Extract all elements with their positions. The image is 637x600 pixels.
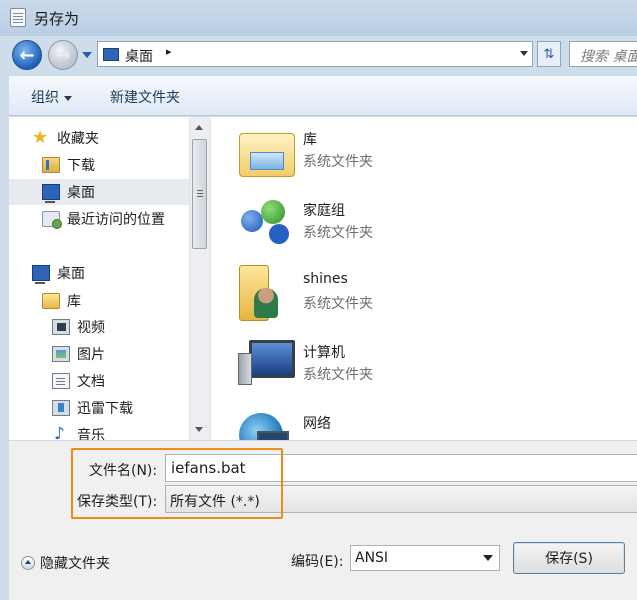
file-name: 家庭组 [303, 203, 345, 219]
address-bar[interactable]: 桌面 ▸ [97, 41, 533, 67]
sidebar-item-label: 图片 [77, 347, 105, 363]
sidebar-item-videos[interactable]: 视频 [52, 314, 105, 340]
file-type: 系统文件夹 [303, 296, 373, 312]
document-icon [10, 8, 26, 27]
sidebar-item-label: 最近访问的位置 [67, 212, 165, 228]
file-list: 库 系统文件夹 家庭组 系统文件夹 shines 系统文件夹 计算机 系统文件夹… [211, 117, 637, 440]
sidebar-item-label: 视频 [77, 320, 105, 336]
sidebar-item-music[interactable]: 音乐 [52, 422, 105, 440]
save-options-area: 文件名(N): iefans.bat 保存类型(T): 所有文件 (*.*) 隐… [9, 441, 637, 600]
sidebar-item-recent-places[interactable]: 最近访问的位置 [42, 206, 165, 232]
music-library-icon [52, 424, 70, 440]
address-dropdown-icon[interactable] [520, 51, 528, 56]
sidebar-item-label: 桌面 [57, 266, 85, 282]
hide-folders-toggle[interactable]: 隐藏文件夹 [21, 553, 110, 573]
search-placeholder: 搜索 桌面 [580, 49, 637, 65]
recent-places-icon [42, 211, 62, 229]
title-bar: 另存为 [0, 0, 637, 36]
back-button[interactable]: ← [12, 40, 42, 70]
encoding-value: ANSI [355, 550, 389, 566]
organize-label: 组织 [31, 90, 59, 106]
homegroup-icon [239, 194, 295, 250]
list-item[interactable]: 家庭组 系统文件夹 [235, 192, 615, 254]
scroll-down-icon[interactable] [195, 427, 203, 432]
filetype-label: 保存类型(T): [77, 494, 158, 510]
documents-library-icon [52, 373, 70, 389]
sidebar-item-desktop-favorite[interactable]: 桌面 [9, 179, 189, 205]
address-separator[interactable]: ▸ [166, 45, 172, 58]
list-item[interactable]: 库 系统文件夹 [235, 121, 615, 183]
file-type: 系统文件夹 [303, 225, 373, 241]
sidebar-item-xunlei[interactable]: 迅雷下载 [52, 395, 133, 421]
list-item[interactable]: 网络 [235, 405, 615, 440]
library-icon [42, 293, 60, 309]
chevron-down-icon[interactable] [483, 555, 493, 561]
sidebar-item-label: 文档 [77, 374, 105, 390]
filename-value: iefans.bat [171, 459, 246, 477]
file-name: shines [303, 271, 348, 287]
sidebar-item-label: 迅雷下载 [77, 401, 133, 417]
refresh-button[interactable]: ⇅ [537, 41, 561, 67]
scrollbar-thumb[interactable] [192, 139, 207, 249]
navigation-scrollbar[interactable] [189, 117, 209, 440]
list-item[interactable]: shines 系统文件夹 [235, 263, 615, 325]
computer-icon [238, 340, 295, 385]
download-folder-icon [42, 157, 60, 173]
refresh-icon: ⇅ [543, 46, 555, 62]
video-library-icon [52, 319, 70, 335]
organize-button[interactable]: 组织 [31, 87, 72, 107]
list-item[interactable]: 计算机 系统文件夹 [235, 334, 615, 396]
navigation-pane: 收藏夹 下载 桌面 最近访问的位置 桌面 库 视频 图片 文档 迅雷下载 音乐 [9, 117, 189, 440]
window-title: 另存为 [34, 10, 80, 28]
file-name: 网络 [303, 416, 331, 432]
hide-folders-label: 隐藏文件夹 [40, 556, 110, 572]
file-type: 系统文件夹 [303, 367, 373, 383]
filetype-value: 所有文件 (*.*) [170, 494, 260, 510]
sidebar-item-label: 库 [67, 294, 81, 310]
filename-field[interactable]: iefans.bat [165, 454, 637, 482]
grip-icon [197, 190, 203, 191]
sidebar-item-libraries[interactable]: 库 [42, 288, 81, 314]
search-input[interactable]: 搜索 桌面 [569, 41, 637, 67]
arrow-left-icon: ← [19, 44, 35, 66]
sidebar-item-favorites[interactable]: 收藏夹 [32, 125, 99, 151]
scroll-up-icon[interactable] [195, 125, 203, 130]
address-row: ← → 桌面 ▸ ⇅ 搜索 桌面 [0, 36, 637, 76]
xunlei-download-icon [52, 400, 70, 416]
user-folder-icon [239, 265, 278, 321]
file-type: 系统文件夹 [303, 154, 373, 170]
sidebar-item-downloads[interactable]: 下载 [42, 152, 95, 178]
file-name: 库 [303, 132, 317, 148]
filetype-select[interactable]: 所有文件 (*.*) [165, 485, 637, 513]
desktop-icon [42, 184, 60, 203]
sidebar-item-label: 桌面 [67, 185, 95, 201]
save-button[interactable]: 保存(S) [513, 542, 625, 574]
address-location[interactable]: 桌面 [125, 46, 153, 66]
forward-button[interactable]: → [48, 40, 78, 70]
command-toolbar: 组织 新建文件夹 [9, 76, 637, 116]
desktop-icon [32, 265, 50, 284]
desktop-icon [103, 48, 119, 61]
encoding-select[interactable]: ANSI [350, 545, 500, 571]
encoding-label: 编码(E): [291, 554, 344, 570]
sidebar-item-pictures[interactable]: 图片 [52, 341, 105, 367]
new-folder-button[interactable]: 新建文件夹 [110, 87, 180, 107]
filename-label: 文件名(N): [89, 463, 158, 479]
sidebar-item-label: 音乐 [77, 428, 105, 440]
chevron-down-icon [64, 95, 72, 101]
arrow-right-icon: → [55, 44, 71, 66]
sidebar-item-label: 收藏夹 [57, 131, 99, 147]
sidebar-item-desktop[interactable]: 桌面 [32, 260, 85, 286]
sidebar-item-documents[interactable]: 文档 [52, 368, 105, 394]
star-icon [32, 127, 50, 148]
collapse-up-icon [21, 556, 35, 570]
library-folder-icon [239, 133, 295, 177]
pictures-library-icon [52, 346, 70, 362]
sidebar-item-label: 下载 [67, 158, 95, 174]
network-icon [239, 413, 289, 440]
file-name: 计算机 [303, 345, 345, 361]
recent-pages-dropdown[interactable] [82, 52, 92, 58]
